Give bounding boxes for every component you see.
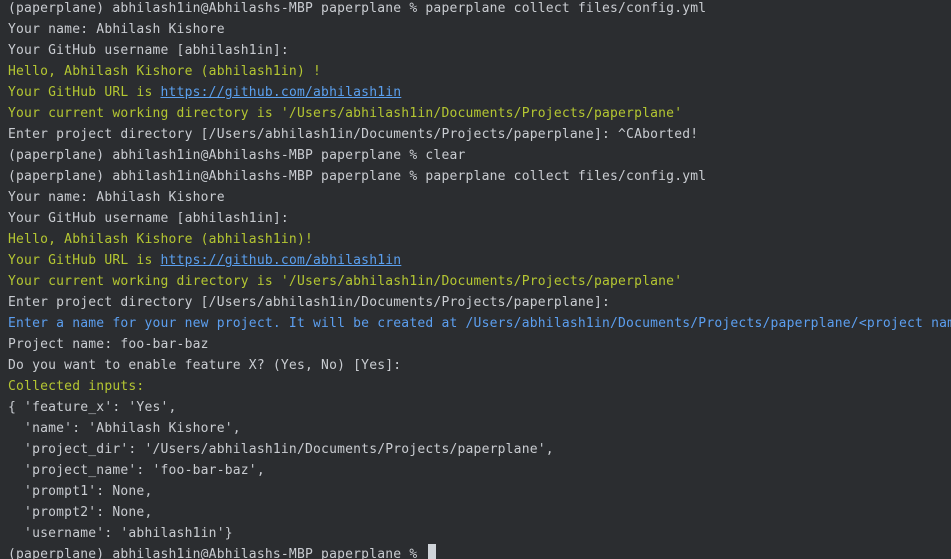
terminal-line: Project name: foo-bar-baz	[8, 334, 951, 355]
terminal-text: Hello, Abhilash Kishore (abhilash1in)!	[8, 232, 314, 247]
terminal-line: Your GitHub URL is https://github.com/ab…	[8, 82, 951, 103]
terminal-text: Enter project directory [/Users/abhilash…	[8, 295, 610, 310]
terminal-line: Your current working directory is '/User…	[8, 103, 951, 124]
terminal-text: 'prompt1': None,	[8, 484, 153, 499]
terminal-text: Your GitHub URL is	[8, 85, 161, 100]
terminal-line: Do you want to enable feature X? (Yes, N…	[8, 355, 951, 376]
terminal-line: 'prompt2': None,	[8, 502, 951, 523]
terminal-output: (paperplane) abhilash1in@Abhilashs-MBP p…	[8, 0, 951, 559]
terminal-text: 'project_name': 'foo-bar-baz',	[8, 463, 265, 478]
terminal-line: Your current working directory is '/User…	[8, 271, 951, 292]
terminal-line: 'project_name': 'foo-bar-baz',	[8, 460, 951, 481]
terminal-text: (paperplane) abhilash1in@Abhilashs-MBP p…	[8, 169, 707, 184]
text-cursor	[428, 544, 437, 559]
terminal-line: Hello, Abhilash Kishore (abhilash1in) !	[8, 61, 951, 82]
terminal-line: (paperplane) abhilash1in@Abhilashs-MBP p…	[8, 0, 951, 19]
terminal-line: Your GitHub username [abhilash1in]:	[8, 208, 951, 229]
terminal-text: Hello, Abhilash Kishore (abhilash1in) !	[8, 64, 322, 79]
terminal-line: (paperplane) abhilash1in@Abhilashs-MBP p…	[8, 145, 951, 166]
terminal-text: Your GitHub username [abhilash1in]:	[8, 211, 289, 226]
terminal-line: Enter project directory [/Users/abhilash…	[8, 292, 951, 313]
terminal-text: 'project_dir': '/Users/abhilash1in/Docum…	[8, 442, 554, 457]
terminal-line: Collected inputs:	[8, 376, 951, 397]
terminal-text: Your current working directory is '/User…	[8, 274, 683, 289]
terminal-text: Collected inputs:	[8, 379, 145, 394]
terminal-line: 'name': 'Abhilash Kishore',	[8, 418, 951, 439]
terminal-line: Enter a name for your new project. It wi…	[8, 313, 951, 334]
terminal-text: Enter a name for your new project. It wi…	[8, 316, 951, 331]
terminal-line: 'project_dir': '/Users/abhilash1in/Docum…	[8, 439, 951, 460]
terminal-line: 'prompt1': None,	[8, 481, 951, 502]
terminal-text: Your name: Abhilash Kishore	[8, 22, 225, 37]
terminal-text: { 'feature_x': 'Yes',	[8, 400, 177, 415]
terminal-text: Enter project directory [/Users/abhilash…	[8, 127, 699, 142]
terminal-text: (paperplane) abhilash1in@Abhilashs-MBP p…	[8, 547, 426, 559]
terminal-line: { 'feature_x': 'Yes',	[8, 397, 951, 418]
terminal-text: (paperplane) abhilash1in@Abhilashs-MBP p…	[8, 148, 466, 163]
terminal-text: Your current working directory is '/User…	[8, 106, 683, 121]
terminal-line: Your GitHub URL is https://github.com/ab…	[8, 250, 951, 271]
github-url-link[interactable]: https://github.com/abhilash1in	[161, 253, 402, 268]
terminal-line: Hello, Abhilash Kishore (abhilash1in)!	[8, 229, 951, 250]
terminal-window[interactable]: (paperplane) abhilash1in@Abhilashs-MBP p…	[0, 0, 951, 559]
terminal-line: Your name: Abhilash Kishore	[8, 187, 951, 208]
terminal-text: Your GitHub URL is	[8, 253, 161, 268]
terminal-line: 'username': 'abhilash1in'}	[8, 523, 951, 544]
terminal-text: 'prompt2': None,	[8, 505, 153, 520]
terminal-text: 'name': 'Abhilash Kishore',	[8, 421, 241, 436]
terminal-text: Do you want to enable feature X? (Yes, N…	[8, 358, 402, 373]
github-url-link[interactable]: https://github.com/abhilash1in	[161, 85, 402, 100]
terminal-line: Your GitHub username [abhilash1in]:	[8, 40, 951, 61]
terminal-line: (paperplane) abhilash1in@Abhilashs-MBP p…	[8, 166, 951, 187]
terminal-text: Your name: Abhilash Kishore	[8, 190, 225, 205]
terminal-text: 'username': 'abhilash1in'}	[8, 526, 233, 541]
terminal-line: Enter project directory [/Users/abhilash…	[8, 124, 951, 145]
terminal-line: (paperplane) abhilash1in@Abhilashs-MBP p…	[8, 544, 951, 559]
terminal-text: (paperplane) abhilash1in@Abhilashs-MBP p…	[8, 1, 707, 16]
terminal-text: Your GitHub username [abhilash1in]:	[8, 43, 289, 58]
terminal-text: Project name: foo-bar-baz	[8, 337, 209, 352]
terminal-line: Your name: Abhilash Kishore	[8, 19, 951, 40]
